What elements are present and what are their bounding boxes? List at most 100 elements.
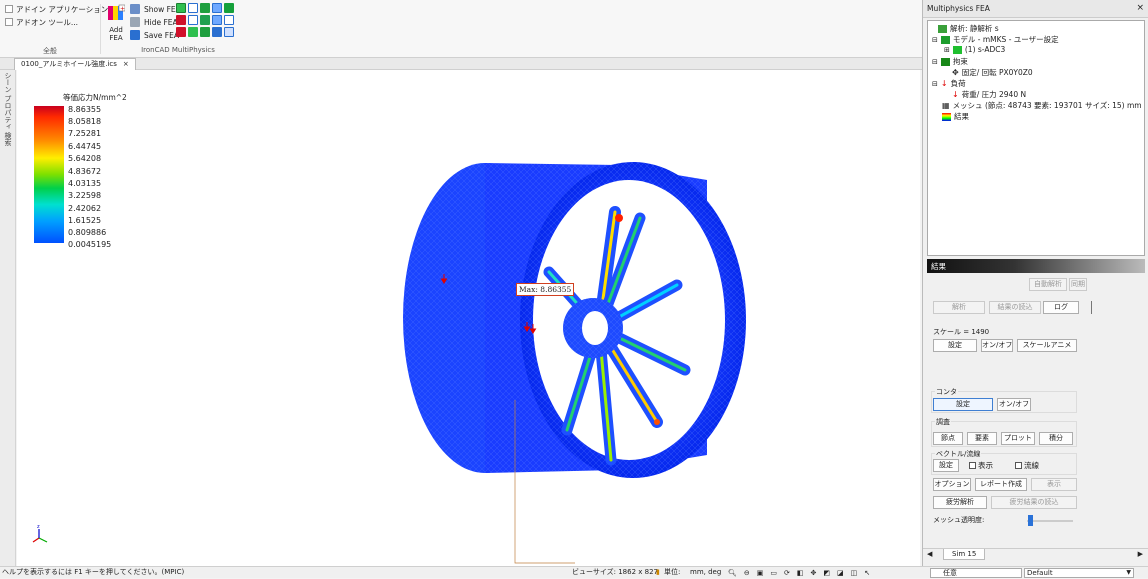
3d-viewport[interactable]: z Max: 8.86355 — [17, 70, 920, 566]
tree-node-mesh[interactable]: ▦ メッシュ (節点: 48743 要素: 193701 サイズ: 15) mm — [942, 100, 1142, 111]
legend-value: 5.64208 — [68, 154, 102, 163]
help-text: ヘルプを表示するには F1 キーを押してください。(MPIC) — [2, 568, 185, 576]
load-red-icon[interactable] — [176, 27, 186, 37]
cube-green-3-icon[interactable] — [188, 27, 198, 37]
scale-setting-button[interactable]: 設定 — [933, 339, 977, 352]
scroll-right-icon[interactable]: ▶ — [1138, 550, 1143, 558]
addin-application-button[interactable]: アドイン アプリケーション... — [5, 3, 115, 15]
collapse-icon[interactable]: ⊟ — [932, 36, 938, 44]
integral-button[interactable]: 積分 — [1039, 432, 1073, 445]
mesh-icon: ▦ — [942, 101, 950, 110]
panel-close-icon[interactable]: × — [1136, 3, 1144, 13]
auto-analysis-button[interactable]: 自動解析 — [1029, 278, 1067, 291]
scale-anim-button[interactable]: スケールアニメ — [1017, 339, 1077, 352]
hide-fea-button[interactable]: Hide FEA — [129, 16, 178, 28]
rotate-icon[interactable]: ⟳ — [784, 568, 790, 579]
cube-green-2-icon[interactable] — [200, 15, 210, 25]
select-icon[interactable]: ↖ — [864, 568, 870, 579]
fea-tree[interactable]: 解析: 静解析 s ⊟ モデル - mMKS - ユーザー設定 ⊞ (1) s-… — [927, 20, 1145, 256]
tree-node-part[interactable]: ⊞ (1) s-ADC3 — [944, 45, 1005, 54]
vector-setting-button[interactable]: 設定 — [933, 459, 959, 472]
contour-label: コンタ — [935, 387, 958, 397]
fatigue-button[interactable]: 疲労解析 — [933, 496, 987, 509]
cube-blue-2-icon[interactable] — [212, 27, 222, 37]
zoom-icon[interactable]: 🔍︎ — [728, 568, 737, 579]
wheel-center-bore — [582, 311, 608, 345]
tree-node-fix[interactable]: ✥ 固定/ 回転 PX0Y0Z0 — [952, 67, 1033, 78]
report-button[interactable]: レポート作成 — [975, 478, 1027, 491]
collapse-icon[interactable]: ⊟ — [932, 80, 938, 88]
load-results-button[interactable]: 結果の読込 — [989, 301, 1041, 314]
plot-button[interactable]: プロット — [1001, 432, 1035, 445]
streamline-checkbox[interactable]: 流線 — [1015, 460, 1039, 471]
mesh-transparency-thumb[interactable] — [1027, 515, 1033, 526]
properties-tab[interactable]: プロパティ — [3, 95, 13, 130]
addon-tool-button[interactable]: アドオン ツール... — [5, 16, 78, 28]
tree-label: メッシュ (節点: 48743 要素: 193701 サイズ: 15) mm — [952, 101, 1142, 110]
cube-green-4-icon[interactable] — [200, 27, 210, 37]
shade-icon[interactable]: ◩ — [823, 568, 830, 579]
status-bar: ヘルプを表示するには F1 キーを押してください。(MPIC) ビューサイズ: … — [0, 566, 1148, 578]
svg-text:z: z — [37, 524, 40, 530]
analyze-button[interactable]: 解析 — [933, 301, 985, 314]
tree-node-constraint[interactable]: ⊟ 拘束 — [932, 56, 968, 67]
tree-node-load[interactable]: ⊟ ↓ 負荷 — [932, 78, 966, 89]
scale-onoff-button[interactable]: オン/オフ — [981, 339, 1013, 352]
log-button[interactable]: ログ — [1043, 301, 1079, 314]
legend-color-bar — [34, 106, 64, 243]
show-checkbox[interactable]: 表示 — [969, 460, 993, 471]
display-button[interactable]: 表示 — [1031, 478, 1077, 491]
wheel-model[interactable]: z — [17, 70, 920, 566]
document-tab[interactable]: 0100_アルミホイール強度.ics × — [14, 58, 136, 70]
select-mode-dropdown[interactable]: 任意 — [930, 568, 1022, 578]
cube-outline-icon[interactable] — [188, 15, 198, 25]
cube-green-icon[interactable] — [200, 3, 210, 13]
tree-node-analysis[interactable]: 解析: 静解析 s — [938, 23, 999, 34]
option-button[interactable]: オプション — [933, 478, 971, 491]
group-ironcad-label: IronCAD MultiPhysics — [141, 46, 215, 54]
contour-onoff-button[interactable]: オン/オフ — [997, 398, 1031, 411]
ribbon-divider — [100, 4, 101, 54]
scroll-marker — [1091, 301, 1092, 314]
box-green-icon[interactable] — [224, 3, 234, 13]
add-fea-button[interactable]: + Add FEA — [105, 4, 127, 42]
camera-icon[interactable]: ◪ — [837, 568, 844, 579]
element-button[interactable]: 要素 — [967, 432, 997, 445]
tree-node-model[interactable]: ⊟ モデル - mMKS - ユーザー設定 — [932, 34, 1059, 45]
view-icon[interactable]: ▣ — [757, 568, 764, 579]
collapse-icon[interactable]: ⊟ — [932, 58, 938, 66]
left-side-strip: シーン プロパティ 検索 — [0, 70, 16, 566]
sim-tab[interactable]: Sim 15 — [943, 549, 986, 560]
view-active-icon[interactable] — [212, 3, 222, 13]
result-icon[interactable] — [224, 27, 234, 37]
cube-icon[interactable]: ◧ — [797, 568, 804, 579]
tree-node-load-item[interactable]: ↓ 荷重/ 圧力 2940 N — [952, 89, 1026, 100]
chevron-down-icon: ▼ — [1126, 569, 1131, 576]
node-button[interactable]: 節点 — [933, 432, 963, 445]
cube-red-icon[interactable] — [176, 15, 186, 25]
document-tab-close-icon[interactable]: × — [123, 59, 129, 70]
scene-tab[interactable]: シーン — [3, 72, 13, 93]
fatigue-load-button[interactable]: 疲労結果の読込 — [991, 496, 1077, 509]
mesh-transparency-track[interactable] — [1027, 520, 1073, 522]
default-dropdown[interactable]: Default ▼ — [1024, 568, 1134, 578]
tree-label: 荷重/ 圧力 2940 N — [961, 90, 1027, 99]
save-fea-button[interactable]: Save FEA — [129, 29, 179, 41]
cube-blue-icon[interactable] — [188, 3, 198, 13]
legend-value: 3.22598 — [68, 191, 102, 200]
grid-active-icon[interactable] — [212, 15, 222, 25]
sync-button[interactable]: 同期 — [1069, 278, 1087, 291]
search-tab[interactable]: 検索 — [3, 132, 13, 146]
window-icon[interactable] — [224, 15, 234, 25]
tree-node-result[interactable]: 結果 — [942, 111, 969, 122]
display-mode-icon[interactable]: ◫ — [851, 568, 858, 579]
expand-icon[interactable]: ⊞ — [944, 46, 950, 54]
pan-icon[interactable]: ✥ — [811, 568, 817, 579]
zoom-out-icon[interactable]: ⊖ — [744, 568, 750, 579]
mesh-green-icon[interactable] — [176, 3, 186, 13]
load-arrow-icon: ↓ — [952, 90, 959, 99]
folder-icon[interactable]: ▭ — [770, 568, 777, 579]
show-fea-button[interactable]: Show FEA — [129, 3, 181, 15]
scroll-left-icon[interactable]: ◀ — [927, 550, 932, 558]
contour-setting-button[interactable]: 設定 — [933, 398, 993, 411]
